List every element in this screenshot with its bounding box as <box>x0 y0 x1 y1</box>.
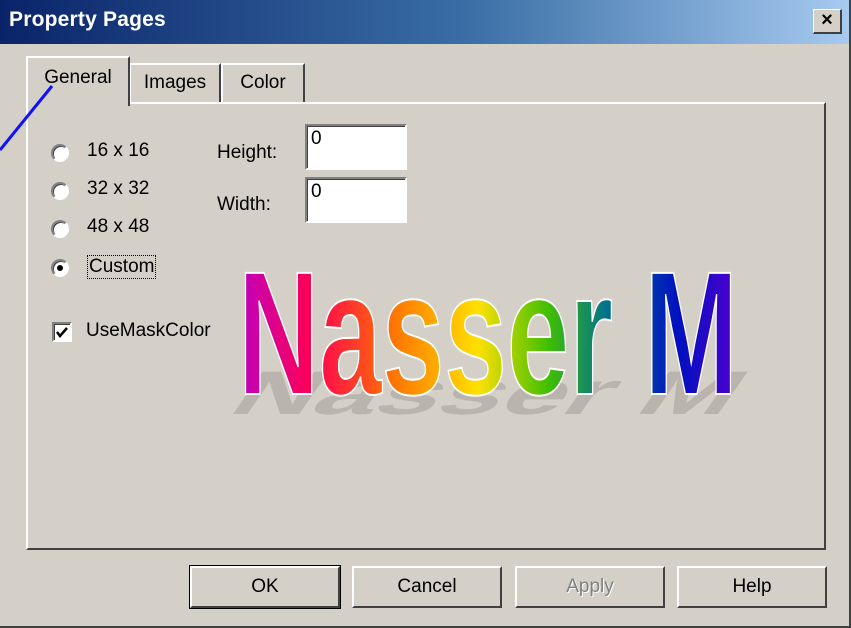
use-mask-color-label: UseMaskColor <box>86 320 211 341</box>
nasser-m-watermark: Nasser M Nasser M <box>232 236 752 426</box>
ok-button-label: OK <box>251 576 279 597</box>
radio-selected-dot <box>57 265 63 271</box>
help-button-label: Help <box>732 576 772 597</box>
radio-16x16-label: 16 x 16 <box>87 140 150 161</box>
radio-button-32x32[interactable] <box>51 182 69 200</box>
checkmark-icon <box>56 327 68 338</box>
help-button[interactable]: Help <box>677 566 827 608</box>
height-value: 0 <box>311 128 322 149</box>
watermark-text: Nasser M <box>238 236 738 426</box>
property-pages-dialog: Property Pages × General Images Color 16… <box>0 0 851 628</box>
cancel-button[interactable]: Cancel <box>352 566 502 608</box>
use-mask-color-checkbox[interactable] <box>52 322 72 342</box>
close-button[interactable]: × <box>813 9 842 34</box>
width-input[interactable]: 0 <box>305 177 407 223</box>
tab-color-label: Color <box>240 72 286 93</box>
radio-button-16x16[interactable] <box>51 144 69 162</box>
close-icon: × <box>821 9 833 31</box>
width-value: 0 <box>311 181 322 202</box>
radio-32x32-label: 32 x 32 <box>87 178 150 199</box>
apply-button-label: Apply <box>566 576 614 597</box>
radio-button-custom[interactable] <box>51 259 69 277</box>
radio-48x48-label: 48 x 48 <box>87 216 150 237</box>
apply-button[interactable]: Apply <box>515 566 665 608</box>
width-label: Width: <box>217 194 271 215</box>
ok-button[interactable]: OK <box>189 565 341 609</box>
tab-general[interactable]: General <box>26 56 130 106</box>
radio-custom-label: Custom <box>87 255 157 279</box>
dialog-title: Property Pages <box>9 8 166 31</box>
tab-images[interactable]: Images <box>129 63 221 103</box>
height-input[interactable]: 0 <box>305 124 407 170</box>
height-label: Height: <box>217 142 278 163</box>
cancel-button-label: Cancel <box>397 576 457 597</box>
tab-general-label: General <box>44 67 112 88</box>
radio-button-48x48[interactable] <box>51 220 69 238</box>
tab-images-label: Images <box>143 72 207 93</box>
title-bar[interactable]: Property Pages × <box>0 0 849 44</box>
tab-color[interactable]: Color <box>221 63 305 103</box>
